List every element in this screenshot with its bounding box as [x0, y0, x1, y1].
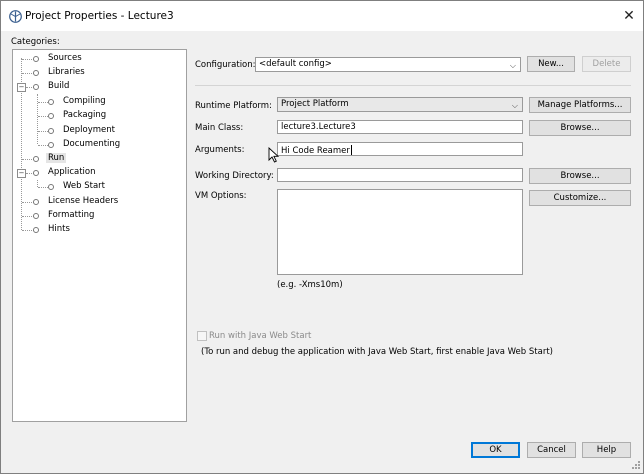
tree-item-packaging[interactable]: Packaging: [63, 110, 106, 120]
tree-item-compiling[interactable]: Compiling: [63, 96, 106, 106]
tree-item-license-headers[interactable]: License Headers: [48, 196, 118, 206]
categories-tree[interactable]: Sources Libraries − Build Compiling Pack…: [12, 49, 187, 422]
project-properties-dialog: Project Properties - Lecture3 ✕ Categori…: [0, 0, 644, 474]
chevron-down-icon: ⌵: [511, 101, 518, 110]
node-icon: [33, 56, 39, 62]
tree-connector: [38, 187, 48, 188]
vm-options-textarea[interactable]: [277, 189, 523, 275]
working-directory-input[interactable]: [277, 168, 523, 182]
node-icon: [33, 199, 39, 205]
runtime-platform-label: Runtime Platform:: [195, 101, 272, 111]
arguments-label: Arguments:: [195, 145, 245, 155]
manage-platforms-button[interactable]: Manage Platforms...: [529, 97, 631, 113]
cancel-button[interactable]: Cancel: [527, 442, 576, 458]
tree-item-documenting[interactable]: Documenting: [63, 139, 120, 149]
run-with-web-start-label: Run with Java Web Start: [209, 331, 312, 341]
tree-item-web-start[interactable]: Web Start: [63, 181, 105, 191]
tree-item-libraries[interactable]: Libraries: [48, 67, 85, 77]
tree-item-run[interactable]: Run: [46, 153, 67, 163]
configuration-select[interactable]: <default config> ⌵: [255, 57, 521, 72]
runtime-platform-select[interactable]: Project Platform ⌵: [277, 97, 523, 112]
delete-config-button[interactable]: Delete: [582, 56, 631, 72]
tree-guide-line: [37, 180, 38, 187]
arguments-input[interactable]: Hi Code Reamer: [277, 142, 523, 156]
vm-options-label: VM Options:: [195, 191, 247, 201]
configuration-label: Configuration:: [195, 60, 256, 70]
tree-item-application[interactable]: Application: [48, 167, 96, 177]
main-class-label: Main Class:: [195, 123, 244, 133]
separator: [195, 85, 631, 86]
node-icon: [48, 128, 54, 134]
run-with-web-start-checkbox[interactable]: [197, 331, 207, 341]
arguments-value: Hi Code Reamer: [281, 146, 350, 156]
tree-connector: [38, 116, 48, 117]
runtime-platform-value: Project Platform: [281, 99, 349, 109]
vm-options-hint: (e.g. -Xms10m): [277, 280, 343, 290]
collapse-application-icon[interactable]: −: [17, 169, 26, 178]
title-bar: Project Properties - Lecture3 ✕: [1, 1, 643, 31]
tree-item-build[interactable]: Build: [48, 81, 69, 91]
node-icon: [33, 170, 39, 176]
node-icon: [48, 99, 54, 105]
categories-label: Categories:: [11, 37, 60, 47]
window-title: Project Properties - Lecture3: [25, 10, 174, 22]
node-icon: [48, 113, 54, 119]
tree-connector: [38, 131, 48, 132]
tree-item-deployment[interactable]: Deployment: [63, 125, 115, 135]
tree-item-formatting[interactable]: Formatting: [48, 210, 94, 220]
help-button[interactable]: Help: [582, 442, 631, 458]
browse-main-class-button[interactable]: Browse...: [529, 120, 631, 136]
node-icon: [48, 142, 54, 148]
tree-item-hints[interactable]: Hints: [48, 224, 70, 234]
close-icon[interactable]: ✕: [619, 6, 639, 26]
tree-connector: [38, 145, 48, 146]
text-caret: [350, 145, 352, 155]
project-cube-icon: [9, 10, 22, 23]
node-icon: [33, 156, 39, 162]
working-directory-label: Working Directory:: [195, 171, 274, 181]
tree-connector: [38, 102, 48, 103]
browse-working-directory-button[interactable]: Browse...: [529, 168, 631, 184]
main-class-input[interactable]: lecture3.Lecture3: [277, 120, 523, 134]
node-icon: [33, 213, 39, 219]
customize-vm-options-button[interactable]: Customize...: [529, 190, 631, 206]
node-icon: [33, 227, 39, 233]
mouse-cursor-icon: [268, 147, 280, 163]
node-icon: [33, 84, 39, 90]
configuration-value: <default config>: [259, 59, 332, 69]
collapse-build-icon[interactable]: −: [17, 83, 26, 92]
new-config-button[interactable]: New...: [527, 56, 575, 72]
web-start-note: (To run and debug the application with J…: [201, 347, 553, 357]
resize-grip-icon[interactable]: [630, 459, 641, 470]
node-icon: [33, 70, 39, 76]
node-icon: [48, 184, 54, 190]
tree-item-sources[interactable]: Sources: [48, 53, 82, 63]
ok-button[interactable]: OK: [471, 442, 520, 458]
chevron-down-icon: ⌵: [509, 61, 516, 70]
